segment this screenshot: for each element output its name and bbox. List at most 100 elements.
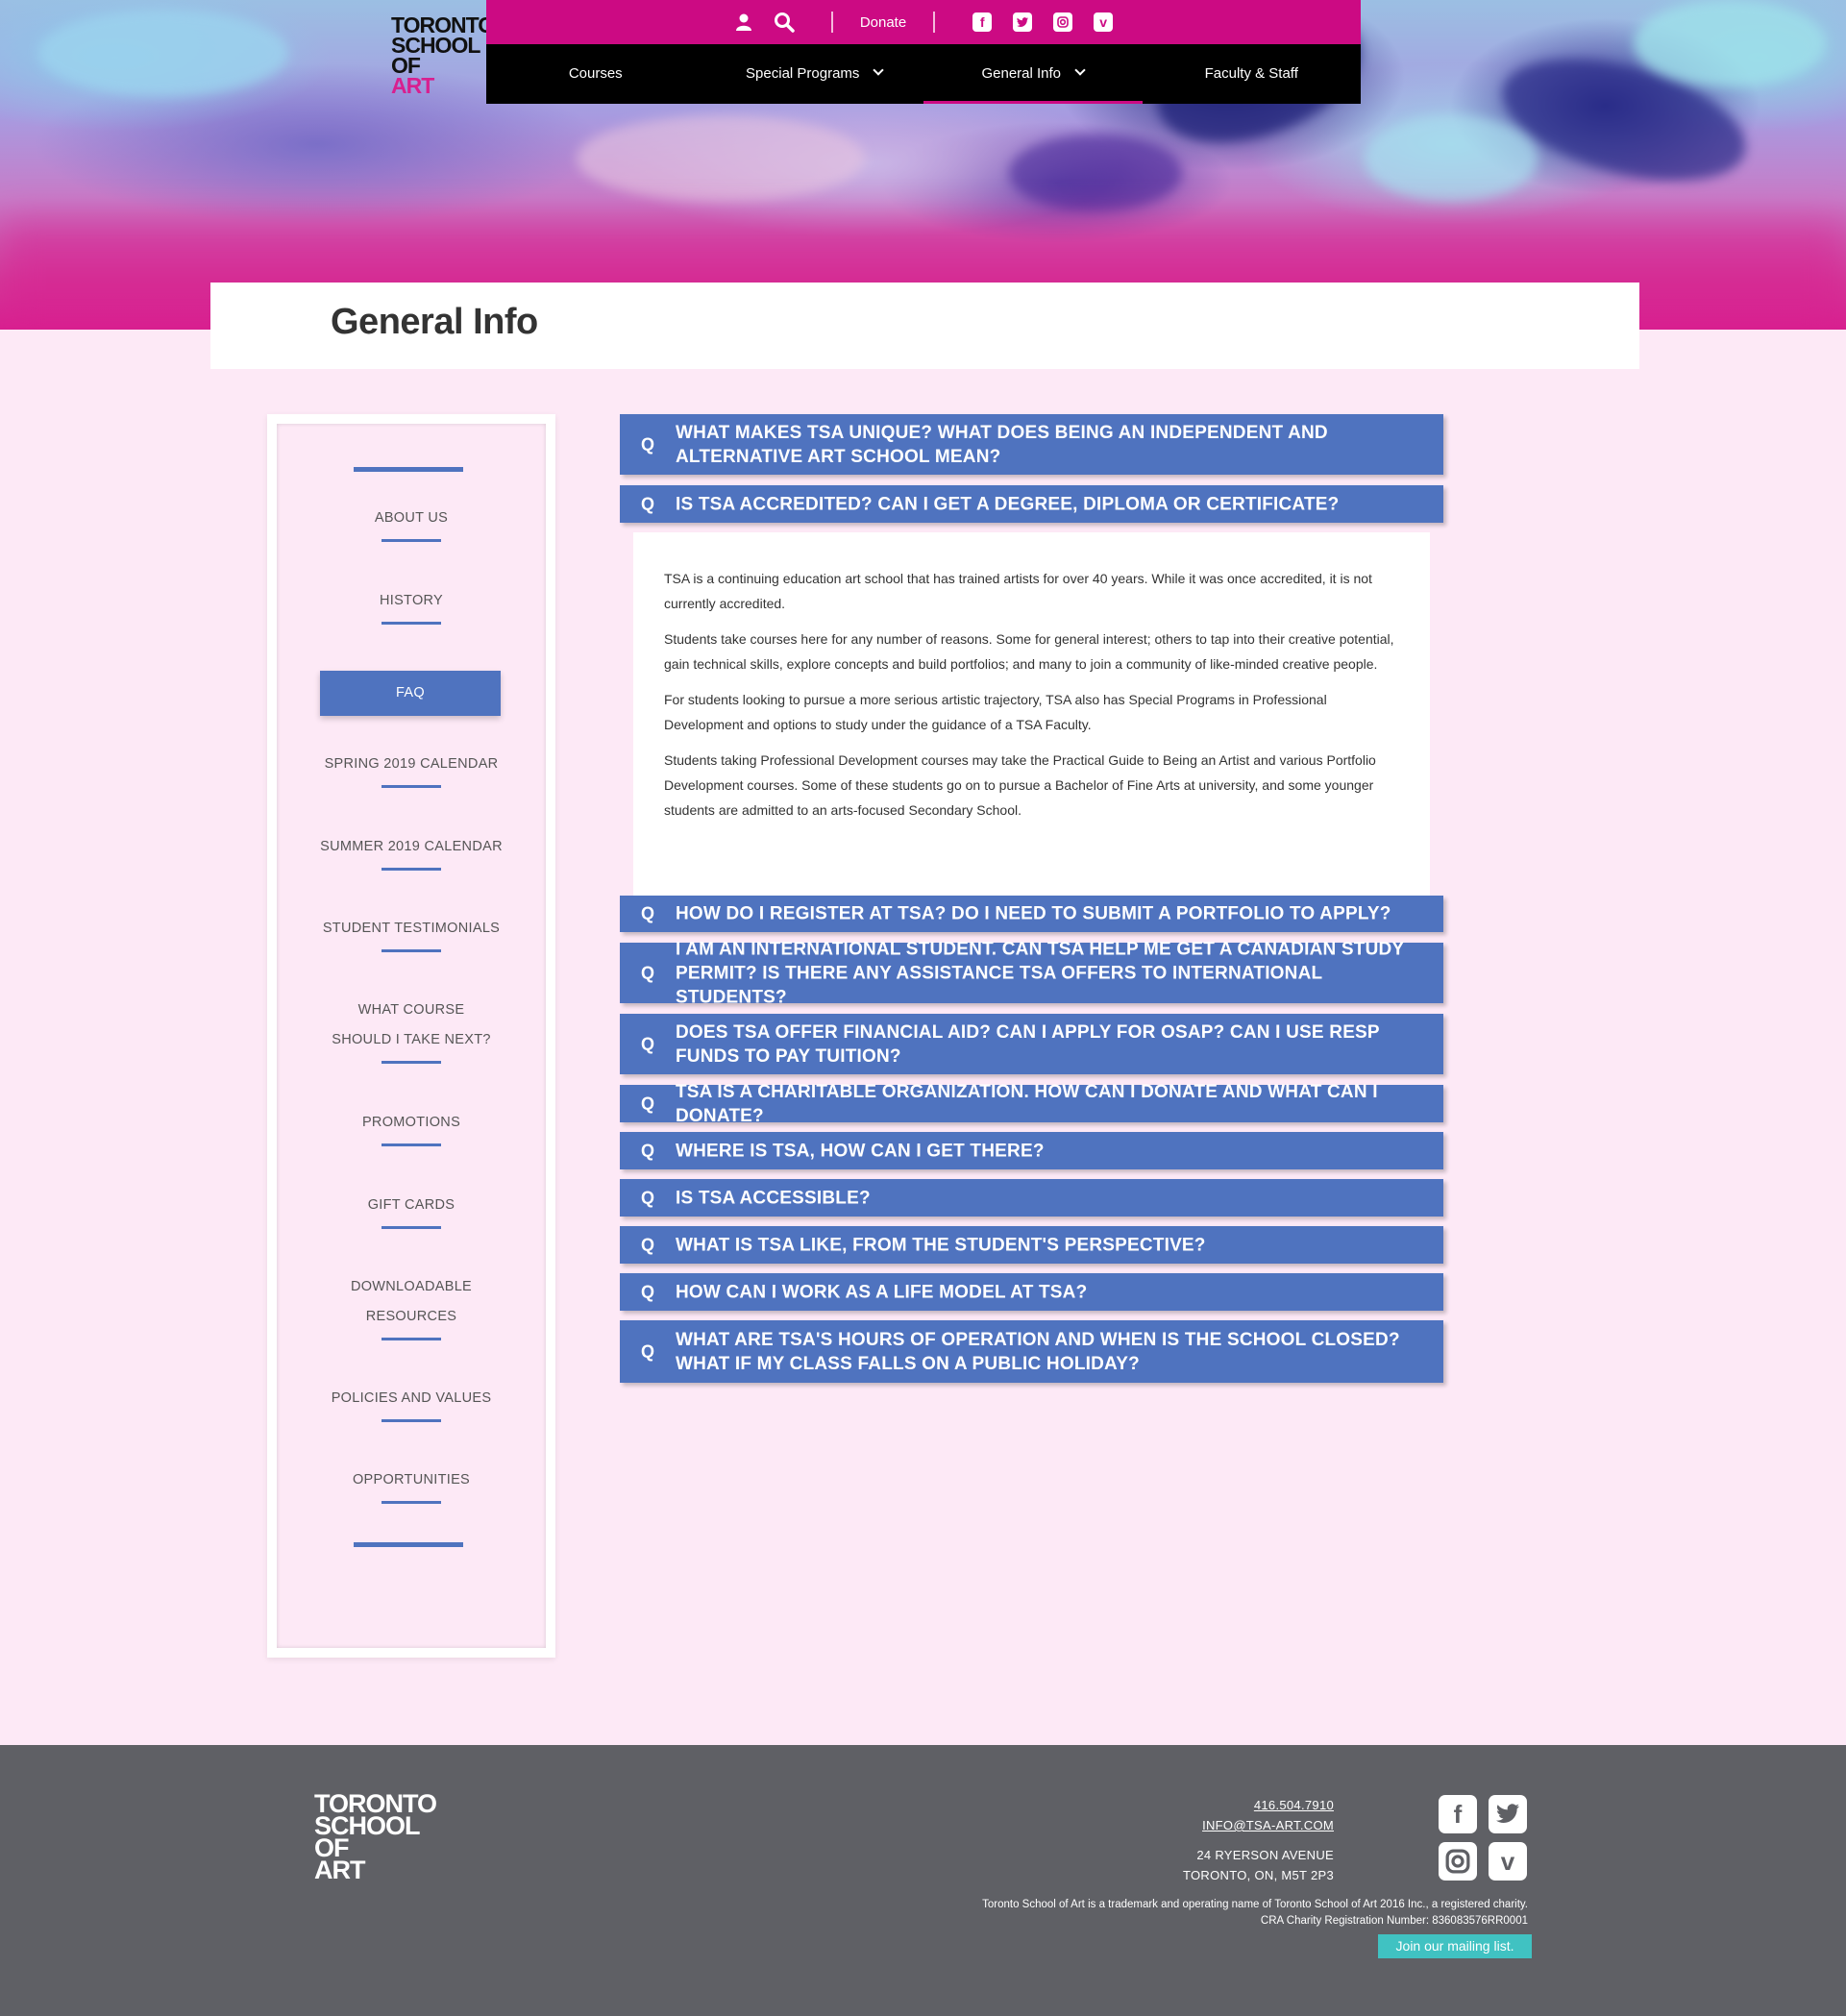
underline: [382, 1338, 441, 1340]
faq-question: What are TSA's hours of operation and wh…: [676, 1329, 1400, 1374]
underline: [382, 622, 441, 625]
chevron-down-icon: [1074, 64, 1086, 76]
faq-item[interactable]: Q TSA is a charitable organization. How …: [620, 1082, 1443, 1126]
sidebar-item-spring-calendar[interactable]: SPRING 2019 CALENDAR: [277, 750, 546, 788]
faq-item[interactable]: Q Is TSA accessible?: [620, 1179, 1443, 1217]
underline: [382, 1419, 441, 1422]
faq-question: What makes TSA unique? What does being a…: [676, 422, 1328, 467]
underline: [382, 1501, 441, 1504]
mailing-list-button[interactable]: Join our mailing list.: [1378, 1934, 1532, 1958]
faq-item[interactable]: Q I am an international student. Can TSA…: [620, 939, 1443, 1007]
sidebar-item-label: HISTORY: [379, 593, 444, 608]
sidebar-item-gift-cards[interactable]: GIFT CARDS: [277, 1191, 546, 1229]
sidebar: ABOUT US HISTORY FAQ SPRING 2019 CALENDA…: [267, 414, 555, 1658]
twitter-icon[interactable]: [1012, 12, 1033, 33]
instagram-icon[interactable]: [1439, 1842, 1477, 1881]
answer-paragraph: For students looking to pursue a more se…: [664, 692, 1327, 732]
faq-question: Where is TSA, how can I get there?: [676, 1141, 1045, 1161]
faq-question: How do I register at TSA? Do I need to s…: [676, 903, 1391, 924]
q-marker: Q: [641, 1141, 655, 1160]
facebook-icon[interactable]: f: [972, 12, 993, 33]
nav-item-label: General Info: [981, 65, 1062, 82]
main-nav: Courses Special Programs General Info Fa…: [486, 44, 1361, 104]
title-card: General Info: [210, 283, 1639, 369]
sidebar-item-summer-calendar[interactable]: SUMMER 2019 CALENDAR: [277, 832, 546, 871]
sidebar-item-label: WHAT COURSE SHOULD I TAKE NEXT?: [332, 1002, 491, 1047]
site-footer: TORONTO SCHOOL OF ART 416.504.7910 INFO@…: [0, 1745, 1846, 2016]
answer-paragraph: TSA is a continuing education art school…: [664, 571, 1372, 611]
nav-item-label: Faculty & Staff: [1204, 65, 1298, 82]
sidebar-item-history[interactable]: HISTORY: [277, 586, 546, 625]
user-icon[interactable]: [733, 12, 754, 33]
faq-question: I am an international student. Can TSA h…: [676, 939, 1404, 1007]
q-marker: Q: [641, 1341, 655, 1361]
q-marker: Q: [641, 1034, 655, 1053]
sidebar-item-promotions[interactable]: PROMOTIONS: [277, 1108, 546, 1146]
sidebar-item-policies-values[interactable]: POLICIES AND VALUES: [277, 1384, 546, 1422]
underline: [382, 1226, 441, 1229]
address-line-2: TORONTO, ON, M5T 2P3: [1183, 1868, 1334, 1882]
sidebar-item-label: POLICIES AND VALUES: [331, 1390, 492, 1406]
twitter-icon[interactable]: [1489, 1795, 1527, 1833]
sidebar-item-student-testimonials[interactable]: STUDENT TESTIMONIALS: [277, 914, 546, 952]
faq-question: Is TSA accredited? Can I get a degree, d…: [676, 494, 1340, 514]
sidebar-panel: ABOUT US HISTORY FAQ SPRING 2019 CALENDA…: [277, 424, 546, 1648]
faq-item[interactable]: Q Does TSA offer financial aid? Can I ap…: [620, 1014, 1443, 1074]
vimeo-icon[interactable]: v: [1489, 1842, 1527, 1881]
page-title: General Info: [331, 302, 538, 342]
underline: [382, 1061, 441, 1064]
instagram-icon[interactable]: [1052, 12, 1073, 33]
email-link[interactable]: INFO@TSA-ART.COM: [1183, 1815, 1334, 1835]
sidebar-item-label: FAQ: [396, 685, 425, 701]
sidebar-item-about-us[interactable]: ABOUT US: [277, 504, 546, 542]
q-marker: Q: [641, 1188, 655, 1207]
phone-link[interactable]: 416.504.7910: [1183, 1795, 1334, 1815]
q-marker: Q: [641, 1094, 655, 1113]
nav-item-faculty-staff[interactable]: Faculty & Staff: [1143, 44, 1362, 104]
vimeo-icon[interactable]: v: [1093, 12, 1114, 33]
q-marker: Q: [641, 963, 655, 982]
chevron-down-icon: [873, 64, 885, 76]
logo-line-accent: ART: [391, 73, 434, 98]
faq-item[interactable]: Q What is TSA like, from the student's p…: [620, 1226, 1443, 1264]
faq-answer: TSA is a continuing education art school…: [633, 532, 1430, 896]
footer-logo-line: ART: [314, 1856, 366, 1884]
underline: [382, 949, 441, 952]
sidebar-item-downloadable-resources[interactable]: DOWNLOADABLE RESOURCES: [277, 1272, 546, 1340]
nav-item-general-info[interactable]: General Info: [923, 44, 1143, 104]
q-marker: Q: [641, 434, 655, 454]
site-logo[interactable]: TORONTO SCHOOL OF ART: [391, 14, 495, 98]
facebook-icon[interactable]: f: [1439, 1795, 1477, 1833]
faq-item[interactable]: Q Where is TSA, how can I get there?: [620, 1132, 1443, 1169]
search-icon[interactable]: [774, 12, 795, 33]
divider: [933, 12, 936, 33]
faq-item-expanded[interactable]: Q Is TSA accredited? Can I get a degree,…: [620, 485, 1443, 523]
faq-item[interactable]: Q What makes TSA unique? What does being…: [620, 414, 1443, 475]
faq-item[interactable]: Q What are TSA's hours of operation and …: [620, 1320, 1443, 1383]
utility-bar: Donate f v: [486, 0, 1361, 44]
legal-line-2: CRA Charity Registration Number: 8360835…: [1260, 1915, 1528, 1927]
sidebar-bottom-rule: [354, 1542, 463, 1547]
donate-link[interactable]: Donate: [860, 14, 906, 31]
footer-contact: 416.504.7910 INFO@TSA-ART.COM 24 RYERSON…: [1183, 1795, 1334, 1885]
footer-logo[interactable]: TORONTO SCHOOL OF ART: [314, 1791, 437, 1884]
divider: [830, 12, 833, 33]
nav-item-special-programs[interactable]: Special Programs: [705, 44, 924, 104]
sidebar-item-label: DOWNLOADABLE RESOURCES: [350, 1279, 473, 1324]
faq-item[interactable]: Q How can I work as a life model at TSA?: [620, 1273, 1443, 1311]
sidebar-item-label: SUMMER 2019 CALENDAR: [320, 839, 503, 854]
q-marker: Q: [641, 1235, 655, 1254]
faq-item[interactable]: Q How do I register at TSA? Do I need to…: [620, 896, 1443, 932]
sidebar-item-opportunities[interactable]: OPPORTUNITIES: [277, 1465, 546, 1504]
sidebar-item-label: ABOUT US: [374, 510, 449, 526]
sidebar-item-label: OPPORTUNITIES: [352, 1472, 471, 1487]
address-line-1: 24 RYERSON AVENUE: [1196, 1848, 1334, 1862]
sidebar-item-label: GIFT CARDS: [367, 1197, 455, 1213]
sidebar-item-what-course-next[interactable]: WHAT COURSE SHOULD I TAKE NEXT?: [277, 996, 546, 1064]
faq-question: What is TSA like, from the student's per…: [676, 1235, 1206, 1255]
nav-item-courses[interactable]: Courses: [486, 44, 705, 104]
q-marker: Q: [641, 1282, 655, 1301]
faq-question: Does TSA offer financial aid? Can I appl…: [676, 1021, 1380, 1067]
sidebar-item-label: STUDENT TESTIMONIALS: [322, 921, 501, 936]
sidebar-item-faq[interactable]: FAQ: [320, 671, 501, 716]
